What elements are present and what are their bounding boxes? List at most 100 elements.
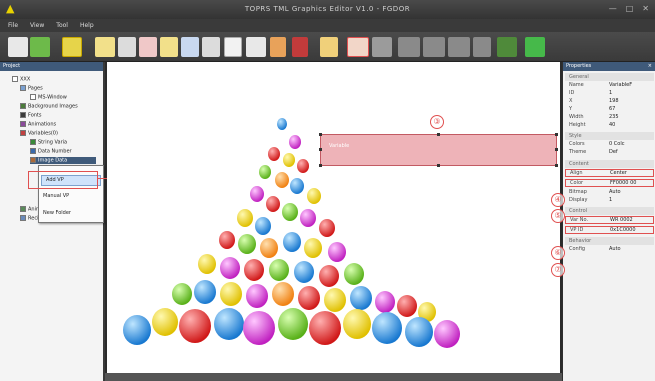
section-general[interactable]: General (565, 73, 654, 81)
save-icon[interactable] (30, 37, 50, 57)
slider-tool-icon[interactable] (292, 37, 308, 57)
pages-icon (20, 85, 26, 91)
variable-tool-icon[interactable] (347, 37, 369, 57)
image-data-icon (30, 157, 36, 163)
callout-7: ⑦ (551, 263, 565, 277)
highlight-box-1 (28, 171, 98, 189)
tree-item-background[interactable]: Background Images (20, 103, 78, 110)
prop-theme[interactable]: Theme Def (565, 149, 654, 157)
label-tool-icon[interactable] (160, 37, 178, 57)
histogram-tool-icon[interactable] (473, 37, 491, 57)
gauge-tool-icon[interactable] (320, 37, 338, 57)
recipe-icon (20, 215, 26, 221)
tree-item-string[interactable]: String Varia (30, 139, 67, 146)
properties-panel: Properties × General Name VariableF ID 1 X… (562, 62, 655, 381)
button-tool-icon[interactable] (139, 37, 157, 57)
variable-icon (20, 130, 26, 136)
tree-item-fonts[interactable]: Fonts (20, 112, 42, 119)
prop-x[interactable]: X 198 (565, 98, 654, 106)
callout-5: ⑤ (551, 209, 565, 223)
resize-handle-tl[interactable] (319, 133, 322, 136)
image-tool-icon[interactable] (246, 37, 266, 57)
context-menu-new-folder[interactable]: New Folder (43, 210, 71, 216)
prop-color[interactable]: Color FF0000 00 (565, 179, 654, 187)
menu-view[interactable]: View (30, 22, 44, 29)
prop-colors[interactable]: Colors 0 Colc (565, 141, 654, 149)
panel-close-icon[interactable]: × (648, 62, 652, 71)
bar-chart-tool-icon[interactable] (448, 37, 470, 57)
lamp-tool-icon[interactable] (270, 37, 286, 57)
prop-id[interactable]: ID 1 (565, 90, 654, 98)
section-style[interactable]: Style (565, 132, 654, 140)
prop-name[interactable]: Name VariableF (565, 82, 654, 90)
prop-y[interactable]: Y 67 (565, 106, 654, 114)
close-icon[interactable]: ✕ (642, 4, 649, 13)
project-panel-title: Project (0, 62, 103, 71)
prop-bitmap[interactable]: Bitmap Auto (565, 189, 654, 197)
properties-panel-title: Properties × (563, 62, 655, 71)
input-tool-icon[interactable] (181, 37, 199, 57)
design-canvas[interactable]: Variable (107, 62, 560, 373)
settings-icon[interactable] (497, 37, 517, 57)
tree-item-number[interactable]: Data Number (30, 148, 72, 155)
balloons-image (123, 118, 460, 348)
resize-handle-b[interactable] (437, 164, 440, 167)
string-icon (30, 139, 36, 145)
rect-tool-icon[interactable] (118, 37, 136, 57)
menu-bar: File View Tool Help (0, 19, 655, 32)
prop-height[interactable]: Height 40 (565, 122, 654, 130)
resize-handle-l[interactable] (319, 148, 322, 151)
variable-widget[interactable]: Variable (319, 133, 558, 167)
callout-6: ⑥ (551, 246, 565, 260)
folder-icon (12, 76, 18, 82)
animation-icon (20, 121, 26, 127)
resize-handle-r[interactable] (555, 148, 558, 151)
variable-widget-label: Variable (329, 143, 350, 149)
animation-tool-icon[interactable] (372, 37, 392, 57)
pointer-tool-icon[interactable] (62, 37, 82, 57)
callout-4: ④ (551, 193, 565, 207)
download-icon[interactable] (525, 37, 545, 57)
list-tool-icon[interactable] (202, 37, 220, 57)
menu-file[interactable]: File (8, 22, 18, 29)
page-icon (30, 94, 36, 100)
table-tool-icon[interactable] (423, 37, 445, 57)
open-folder-icon[interactable] (8, 37, 28, 57)
resize-handle-bl[interactable] (319, 164, 322, 167)
tree-item-animations[interactable]: Animations (20, 121, 56, 128)
prop-width[interactable]: Width 235 (565, 114, 654, 122)
tree-item-variables[interactable]: Variables(0) (20, 130, 58, 137)
anim-folder-icon (20, 206, 26, 212)
prop-var-no[interactable]: Var No. WR 0002 (565, 216, 654, 224)
prop-vp-id[interactable]: VP ID 0x1C0000 (565, 226, 654, 234)
callout-3: ③ (430, 115, 444, 129)
tree-item-window[interactable]: MS-Window (30, 94, 67, 101)
image-icon (20, 103, 26, 109)
menu-tool[interactable]: Tool (56, 22, 68, 29)
section-behavior[interactable]: Behavior (565, 237, 654, 245)
tree-item-pages[interactable]: Pages (20, 85, 43, 92)
resize-handle-br[interactable] (555, 164, 558, 167)
horizontal-scrollbar[interactable] (105, 373, 562, 381)
context-menu-manual-vp[interactable]: Manual VP (43, 193, 69, 199)
prop-config[interactable]: Config Auto (565, 246, 654, 254)
menu-help[interactable]: Help (80, 22, 94, 29)
number-icon (30, 148, 36, 154)
resize-handle-tr[interactable] (555, 133, 558, 136)
section-content[interactable]: Content (565, 160, 654, 168)
resize-handle-t[interactable] (437, 133, 440, 136)
prop-align[interactable]: Align Center (565, 169, 654, 177)
tree-item-root[interactable]: XXX (12, 76, 30, 83)
section-control[interactable]: Control (565, 207, 654, 215)
toolbar (0, 32, 655, 62)
text-tool-icon[interactable] (95, 37, 115, 57)
maximize-icon[interactable]: □ (626, 4, 634, 13)
home-icon[interactable] (224, 37, 242, 57)
minimize-icon[interactable]: — (609, 4, 617, 13)
prop-display[interactable]: Display 1 (565, 197, 654, 205)
window-title: TOPRS TML Graphics Editor V1.0 - FGDOR (244, 5, 411, 13)
title-bar: ▲ TOPRS TML Graphics Editor V1.0 - FGDOR… (0, 0, 655, 19)
chart-tool-icon[interactable] (398, 37, 420, 57)
font-icon (20, 112, 26, 118)
tree-item-image-data[interactable]: Image Data (30, 157, 96, 164)
